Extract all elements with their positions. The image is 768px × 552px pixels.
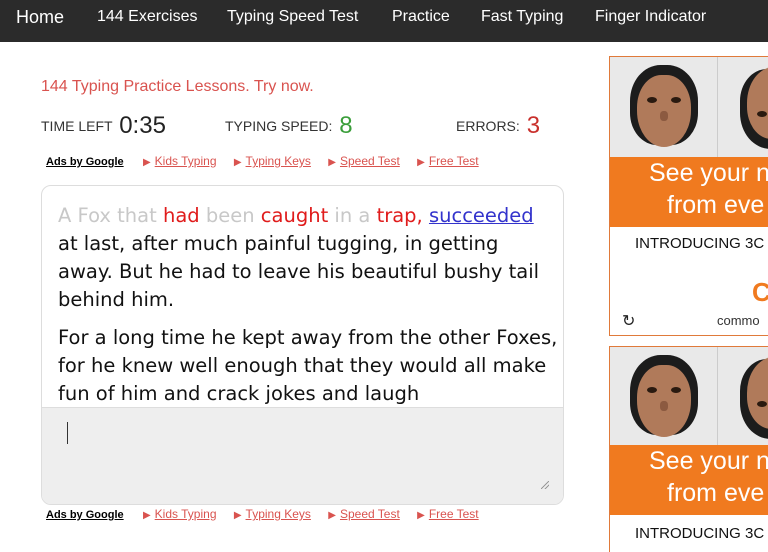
passage-text: A Fox that had been caught in a trap, su… <box>58 202 558 407</box>
passage-paragraph-1: A Fox that had been caught in a trap, su… <box>58 202 558 314</box>
nav-fast-typing[interactable]: Fast Typing <box>481 0 563 34</box>
text-caret <box>67 422 68 444</box>
ad-intro-text: INTRODUCING 3C <box>635 235 765 252</box>
remaining-text: at last, after much painful tugging, in … <box>58 232 540 311</box>
ad-headline-line-1: See your n <box>649 159 768 187</box>
ad-headline-line-1: See your n <box>649 447 768 475</box>
error-word: had <box>162 204 200 227</box>
typing-speed-stat: Typing speed: 8 <box>225 112 353 140</box>
ad-link-label: Free Test <box>428 154 479 168</box>
nav-finger-indicator[interactable]: Finger Indicator <box>595 0 706 34</box>
top-nav: Home 144 Exercises Typing Speed Test Pra… <box>0 0 768 42</box>
ad-link-label: Kids Typing <box>154 154 217 168</box>
typed-word: Fox <box>77 204 111 227</box>
ad-link-kids-typing[interactable]: ▶ Kids Typing <box>143 154 217 168</box>
play-arrow-icon: ▶ <box>233 157 242 168</box>
ad-links-top: Ads by Google ▶ Kids Typing ▶ Typing Keys … <box>46 154 493 168</box>
face-image-flipped <box>720 347 768 447</box>
ad-link-free-test[interactable]: ▶ Free Test <box>417 507 479 521</box>
errors-label: Errors: <box>456 118 520 134</box>
typed-word: in <box>334 204 353 227</box>
typed-word: that <box>117 204 157 227</box>
ad-intro-text: INTRODUCING 3C <box>635 525 765 542</box>
ad-link-label: Speed Test <box>339 507 400 521</box>
errors-stat: Errors: 3 <box>456 112 540 140</box>
resize-grip-icon[interactable] <box>541 481 549 489</box>
typing-box: A Fox that had been caught in a trap, su… <box>41 185 564 505</box>
typing-speed-value: 8 <box>339 112 353 139</box>
ad-headline: See your n from eve <box>610 445 768 515</box>
ad-link-typing-keys[interactable]: ▶ Typing Keys <box>234 154 311 168</box>
stats-bar: Time left 0:35 Typing speed: 8 Errors: 3 <box>0 112 600 142</box>
typed-word: been <box>205 204 255 227</box>
ad-link-label: Kids Typing <box>154 507 217 521</box>
nav-home[interactable]: Home <box>16 0 64 34</box>
nav-exercises[interactable]: 144 Exercises <box>97 0 198 34</box>
typed-word: A <box>58 204 72 227</box>
ad-image <box>610 347 768 447</box>
error-word: trap, <box>376 204 423 227</box>
face-image <box>610 347 718 447</box>
ad-headline-line-2: from eve <box>667 479 765 507</box>
errors-value: 3 <box>526 112 541 139</box>
play-arrow-icon: ▶ <box>233 510 242 521</box>
side-ad-1[interactable]: See your n from eve INTRODUCING 3C C ↻ c… <box>609 56 768 336</box>
ad-logo-mark: C <box>752 277 768 308</box>
play-arrow-icon: ▶ <box>328 157 336 168</box>
side-ad-2[interactable]: See your n from eve INTRODUCING 3C <box>609 346 768 552</box>
face-image <box>610 57 718 157</box>
error-word: caught <box>260 204 329 227</box>
face-image-flipped <box>720 57 768 157</box>
ad-link-free-test[interactable]: ▶ Free Test <box>417 154 479 168</box>
ad-link-typing-keys[interactable]: ▶ Typing Keys <box>234 507 311 521</box>
play-arrow-icon: ▶ <box>142 510 151 521</box>
ads-by-google-link[interactable]: Ads by Google <box>46 156 124 168</box>
ad-link-label: Typing Keys <box>245 154 311 168</box>
current-word: succeeded <box>428 204 534 227</box>
typing-speed-label: Typing speed: <box>225 118 333 134</box>
time-left-value: 0:35 <box>119 112 166 139</box>
ad-links-bottom: Ads by Google ▶ Kids Typing ▶ Typing Keys … <box>46 507 493 521</box>
ad-link-kids-typing[interactable]: ▶ Kids Typing <box>143 507 217 521</box>
play-arrow-icon: ▶ <box>328 510 336 521</box>
nav-speed-test[interactable]: Typing Speed Test <box>227 0 358 34</box>
passage-paragraph-2: For a long time he kept away from the ot… <box>58 326 558 405</box>
ad-headline-line-2: from eve <box>667 191 765 219</box>
ad-link-speed-test[interactable]: ▶ Speed Test <box>328 507 400 521</box>
play-arrow-icon: ▶ <box>417 510 425 521</box>
ad-link-label: Free Test <box>428 507 479 521</box>
promo-link[interactable]: 144 Typing Practice Lessons. Try now. <box>41 78 314 96</box>
ad-link-label: Typing Keys <box>245 507 311 521</box>
typed-word: a <box>358 204 371 227</box>
typing-input[interactable] <box>42 407 563 504</box>
ad-image <box>610 57 768 157</box>
ad-headline: See your n from eve <box>610 157 768 227</box>
time-left-stat: Time left 0:35 <box>41 112 166 140</box>
ad-link-speed-test[interactable]: ▶ Speed Test <box>328 154 400 168</box>
nav-practice[interactable]: Practice <box>392 0 450 34</box>
ad-brand: commo <box>717 313 760 328</box>
time-left-label: Time left <box>41 118 113 134</box>
play-arrow-icon: ▶ <box>142 157 151 168</box>
ads-by-google-link[interactable]: Ads by Google <box>46 509 124 521</box>
ad-link-label: Speed Test <box>339 154 400 168</box>
play-arrow-icon: ▶ <box>417 157 425 168</box>
refresh-icon[interactable]: ↻ <box>622 311 635 331</box>
